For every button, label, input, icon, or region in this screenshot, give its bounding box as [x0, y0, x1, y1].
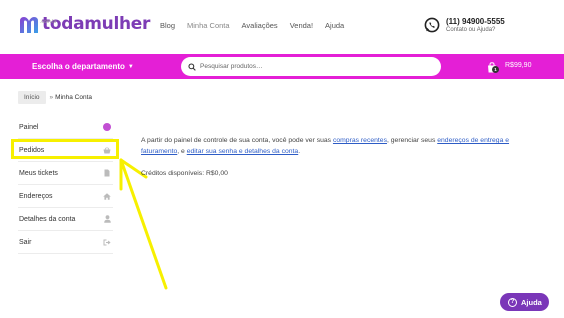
- sidebar-item-painel[interactable]: Painel: [18, 116, 113, 139]
- nav-minha-conta[interactable]: Minha Conta: [187, 21, 230, 30]
- logo-subtext: .com.br: [40, 19, 57, 25]
- sidebar-item-sair[interactable]: Sair: [18, 231, 113, 254]
- logo-m-icon: [18, 14, 40, 36]
- logout-icon: [103, 238, 111, 246]
- account-details-link[interactable]: editar sua senha e detalhes da conta: [187, 148, 298, 155]
- sidebar-item-label: Painel: [19, 123, 39, 131]
- sidebar-item-meus-tickets[interactable]: Meus tickets: [18, 162, 113, 185]
- cart-button[interactable]: 1 R$99,90: [487, 60, 532, 73]
- nav-ajuda[interactable]: Ajuda: [325, 21, 344, 30]
- cart-count-badge: 1: [492, 66, 499, 73]
- department-label: Escolha o departamento: [32, 62, 125, 71]
- department-search-bar: Escolha o departamento ▼ 1 R$99,90: [0, 54, 564, 79]
- site-logo[interactable]: todamulher: [18, 14, 150, 36]
- help-question-icon: ?: [508, 297, 517, 307]
- sidebar-item-label: Sair: [19, 238, 32, 246]
- intro-text-3: , e: [177, 148, 187, 155]
- intro-text-2: , gerenciar seus: [386, 137, 438, 144]
- department-dropdown[interactable]: Escolha o departamento ▼: [32, 62, 134, 71]
- recent-orders-link[interactable]: compras recentes: [333, 137, 387, 144]
- site-header: todamulher .com.br Blog Minha Conta Aval…: [0, 0, 564, 54]
- intro-text-4: .: [298, 148, 301, 155]
- breadcrumb-home[interactable]: Início: [18, 91, 46, 104]
- breadcrumb-current: Minha Conta: [55, 94, 93, 101]
- chevron-down-icon: ▼: [127, 63, 134, 70]
- search-icon: [188, 62, 196, 71]
- whatsapp-icon: [424, 17, 440, 33]
- user-icon: [103, 215, 111, 223]
- top-nav: Blog Minha Conta Avaliações Venda! Ajuda: [160, 21, 344, 30]
- home-icon: [103, 192, 111, 200]
- contact-block[interactable]: (11) 94900-5555 Contato ou Ajuda?: [424, 17, 505, 33]
- help-button[interactable]: ? Ajuda: [500, 293, 549, 311]
- breadcrumb-separator: »: [49, 94, 54, 101]
- contact-phone: (11) 94900-5555: [446, 17, 505, 26]
- search-input[interactable]: [200, 63, 420, 70]
- intro-text-1: A partir do painel de controle de sua co…: [141, 137, 333, 144]
- sidebar-item-detalhes-da-conta[interactable]: Detalhes da conta: [18, 208, 113, 231]
- account-dashboard-content: A partir do painel de controle de sua co…: [141, 135, 541, 179]
- search-box: [181, 57, 441, 76]
- account-sidebar: Painel Pedidos Meus tickets Endereços De…: [18, 116, 113, 254]
- cart-total: R$99,90: [505, 62, 532, 69]
- dashboard-icon: [103, 123, 111, 131]
- ticket-icon: [103, 169, 111, 177]
- sidebar-item-enderecos[interactable]: Endereços: [18, 185, 113, 208]
- annotation-highlight-box: [11, 139, 119, 159]
- nav-avaliacoes[interactable]: Avaliações: [242, 21, 278, 30]
- help-button-label: Ajuda: [521, 297, 542, 307]
- dashboard-intro: A partir do painel de controle de sua co…: [141, 135, 541, 157]
- breadcrumb: Início » Minha Conta: [18, 91, 92, 104]
- sidebar-item-label: Meus tickets: [19, 169, 58, 177]
- nav-venda[interactable]: Venda!: [290, 21, 313, 30]
- nav-blog[interactable]: Blog: [160, 21, 175, 30]
- shopping-bag-icon: 1: [487, 60, 499, 73]
- sidebar-item-label: Endereços: [19, 192, 53, 200]
- contact-help-text: Contato ou Ajuda?: [446, 27, 496, 33]
- logo-text: todamulher: [42, 14, 151, 34]
- available-credits: Créditos disponíveis: R$0,00: [141, 170, 228, 177]
- sidebar-item-label: Detalhes da conta: [19, 215, 76, 223]
